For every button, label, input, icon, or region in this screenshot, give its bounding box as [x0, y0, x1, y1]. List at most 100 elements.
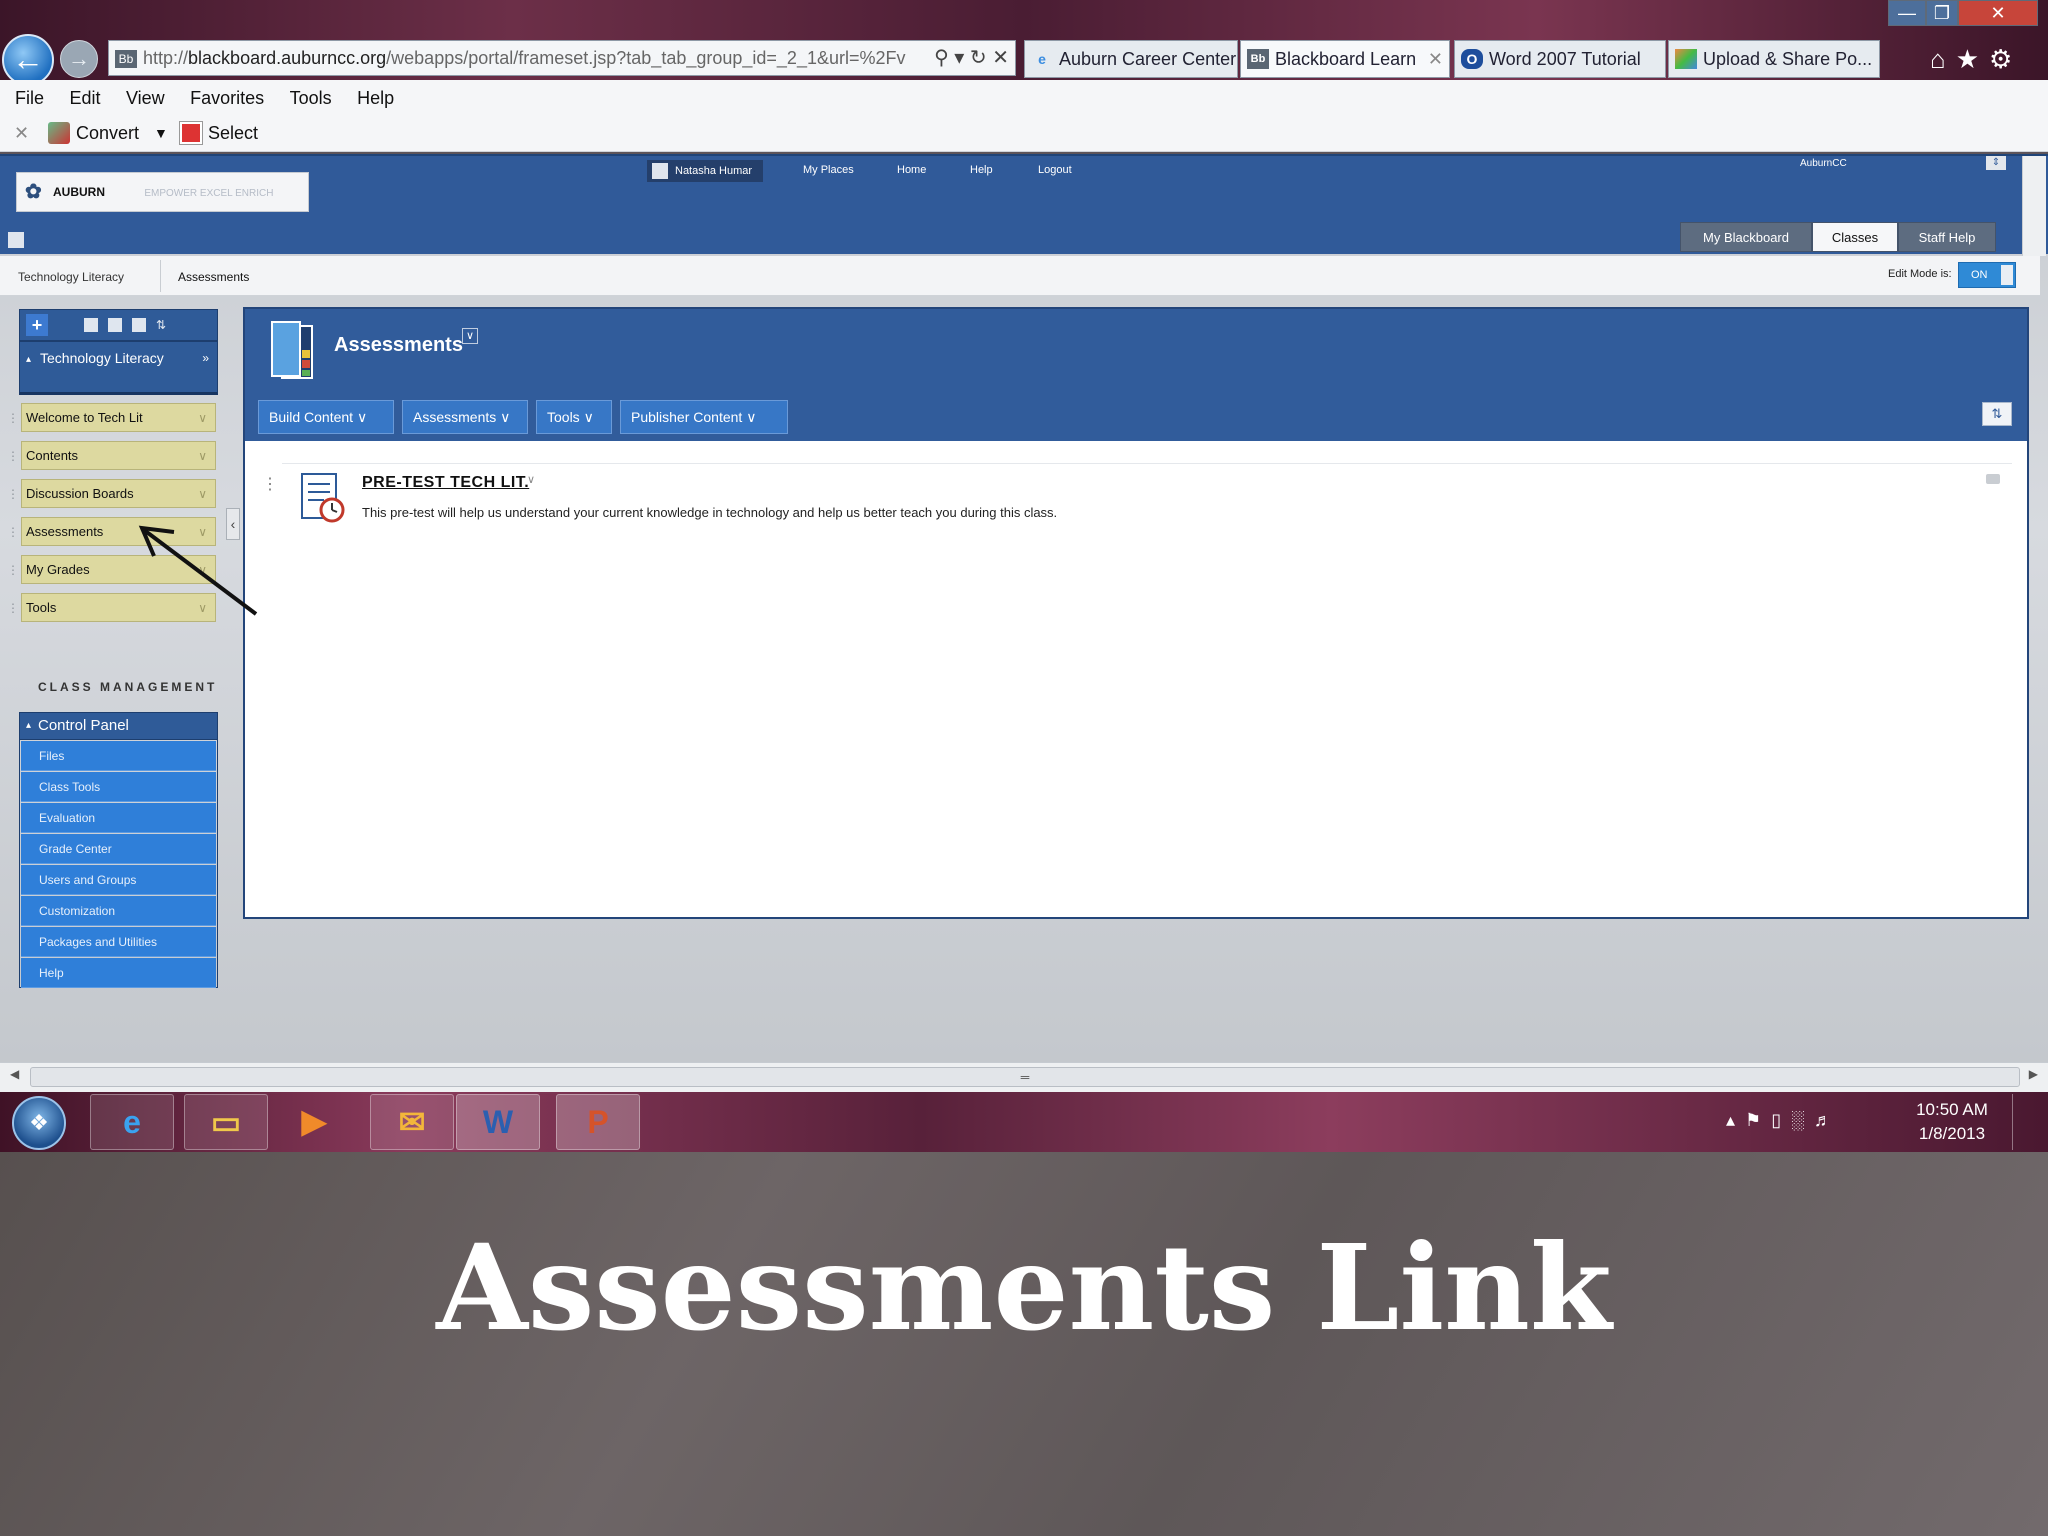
- tab-word-2007-tutorial[interactable]: O Word 2007 Tutorial: [1454, 40, 1666, 78]
- tab-staff-help[interactable]: Staff Help: [1898, 222, 1996, 252]
- menu-edit[interactable]: Edit: [69, 80, 100, 116]
- media-player-icon[interactable]: ▶: [272, 1094, 356, 1150]
- forward-button[interactable]: →: [60, 40, 98, 78]
- chevron-down-icon[interactable]: ∨: [198, 404, 207, 432]
- pre-test-link[interactable]: PRE-TEST TECH LIT.: [362, 474, 529, 492]
- control-panel-heading[interactable]: ▴ Control Panel: [19, 712, 218, 740]
- select-button[interactable]: Select: [208, 116, 258, 150]
- menu-help[interactable]: Help: [357, 80, 394, 116]
- refresh-icon[interactable]: ↻: [970, 47, 987, 69]
- menu-favorites[interactable]: Favorites: [190, 80, 264, 116]
- refresh-menu-icon[interactable]: ⇅: [156, 318, 170, 332]
- dropdown-icon[interactable]: ▾: [954, 47, 964, 69]
- action-center-flag-icon[interactable]: ⚑: [1745, 1110, 1771, 1130]
- close-toolbar-icon[interactable]: ✕: [14, 116, 29, 150]
- slide-caption: Assessments Link: [436, 1218, 1612, 1357]
- search-icon[interactable]: ⚲: [934, 47, 949, 69]
- scroll-thumb[interactable]: ═: [30, 1067, 2020, 1087]
- scroll-left-icon[interactable]: ◀: [10, 1067, 19, 1081]
- outlook-icon[interactable]: ✉: [370, 1094, 454, 1150]
- back-button[interactable]: ←: [2, 34, 54, 86]
- show-desktop-button[interactable]: [2012, 1094, 2046, 1150]
- tab-upload-share[interactable]: Upload & Share Po...: [1668, 40, 1880, 78]
- tab-classes[interactable]: Classes: [1812, 222, 1898, 252]
- control-panel-item-evaluation[interactable]: Evaluation: [21, 803, 216, 833]
- gear-icon[interactable]: ⚙: [1989, 44, 2022, 74]
- power-icon[interactable]: ▯: [1771, 1110, 1791, 1130]
- horizontal-scrollbar[interactable]: ◀ ═ ▶: [0, 1062, 2048, 1092]
- course-title[interactable]: ▴ Technology Literacy »: [19, 341, 218, 395]
- drag-handle-icon[interactable]: ⋮: [7, 483, 19, 505]
- header-collapse-icon[interactable]: ⇕: [1986, 156, 2006, 170]
- course-menu-item-contents[interactable]: Contents ∨: [21, 441, 216, 470]
- new-window-icon[interactable]: [132, 318, 146, 332]
- folder-view-icon[interactable]: [108, 318, 122, 332]
- nav-home[interactable]: Home: [897, 164, 926, 176]
- user-menu[interactable]: Natasha Humar: [647, 160, 763, 182]
- minimize-icon[interactable]: —: [1888, 0, 1926, 26]
- menu-file[interactable]: File: [15, 80, 44, 116]
- nav-help[interactable]: Help: [970, 164, 993, 176]
- edit-mode-toggle[interactable]: ON: [1958, 262, 2016, 288]
- build-content-button[interactable]: Build Content ∨: [258, 400, 394, 434]
- convert-button[interactable]: Convert: [76, 116, 139, 150]
- collapse-icon: ▴: [26, 354, 32, 365]
- tab-my-blackboard[interactable]: My Blackboard: [1680, 222, 1812, 252]
- drag-handle-icon[interactable]: ⋮: [7, 407, 19, 429]
- drag-handle-icon[interactable]: ⋮: [262, 474, 278, 494]
- add-menu-item-icon[interactable]: +: [26, 314, 48, 336]
- start-button[interactable]: ❖: [12, 1096, 66, 1150]
- list-view-icon[interactable]: [84, 318, 98, 332]
- control-panel-item-files[interactable]: Files: [21, 741, 216, 771]
- control-panel-item-customization[interactable]: Customization: [21, 896, 216, 926]
- network-icon[interactable]: ░: [1791, 1110, 1814, 1130]
- minimize-item-icon[interactable]: [1986, 474, 2000, 484]
- nav-my-places[interactable]: My Places: [803, 164, 854, 176]
- vertical-scrollbar[interactable]: [2022, 156, 2046, 256]
- word-icon[interactable]: W: [456, 1094, 540, 1150]
- drag-handle-icon[interactable]: ⋮: [7, 445, 19, 467]
- reorder-icon[interactable]: ⇅: [1982, 402, 2012, 426]
- course-menu-item-welcome[interactable]: Welcome to Tech Lit ∨: [21, 403, 216, 432]
- breadcrumb-course[interactable]: Technology Literacy: [18, 270, 124, 284]
- taskbar-clock[interactable]: 10:50 AM 1/8/2013: [1902, 1098, 2002, 1146]
- control-panel-item-class-tools[interactable]: Class Tools: [21, 772, 216, 802]
- powerpoint-icon[interactable]: P: [556, 1094, 640, 1150]
- chevron-right-icon[interactable]: »: [202, 348, 209, 368]
- address-bar[interactable]: Bb http://blackboard.auburncc.org/webapps…: [108, 40, 1016, 76]
- control-panel-item-help[interactable]: Help: [21, 958, 216, 988]
- menu-tools[interactable]: Tools: [290, 80, 332, 116]
- page-menu-icon[interactable]: [8, 232, 24, 248]
- close-tab-icon[interactable]: ✕: [1428, 41, 1443, 77]
- drag-handle-icon[interactable]: ⋮: [7, 521, 19, 543]
- close-window-icon[interactable]: ✕: [1958, 0, 2038, 26]
- internet-explorer-icon[interactable]: e: [90, 1094, 174, 1150]
- volume-icon[interactable]: ♬: [1814, 1110, 1842, 1130]
- drag-handle-icon[interactable]: ⋮: [7, 559, 19, 581]
- tab-auburn-career-center[interactable]: e Auburn Career Center: [1024, 40, 1238, 78]
- drag-handle-icon[interactable]: ⋮: [7, 597, 19, 619]
- favorites-star-icon[interactable]: ★: [1956, 44, 1989, 74]
- tab-blackboard-learn[interactable]: Bb Blackboard Learn ✕: [1240, 40, 1450, 78]
- course-menu-item-discussion-boards[interactable]: Discussion Boards ∨: [21, 479, 216, 508]
- scroll-right-icon[interactable]: ▶: [2029, 1067, 2038, 1081]
- tools-menu-button[interactable]: Tools ∨: [536, 400, 612, 434]
- control-panel-item-packages-and-utilities[interactable]: Packages and Utilities: [21, 927, 216, 957]
- chevron-down-icon[interactable]: ∨: [524, 472, 538, 488]
- stop-icon[interactable]: ✕: [992, 47, 1009, 69]
- assessments-menu-button[interactable]: Assessments ∨: [402, 400, 528, 434]
- chevron-down-icon[interactable]: ▼: [154, 116, 168, 150]
- control-panel-item-grade-center[interactable]: Grade Center: [21, 834, 216, 864]
- nav-logout[interactable]: Logout: [1038, 164, 1072, 176]
- chevron-down-icon[interactable]: ∨: [198, 480, 207, 508]
- chevron-down-icon[interactable]: ∨: [462, 328, 478, 344]
- file-explorer-icon[interactable]: ▭: [184, 1094, 268, 1150]
- restore-icon[interactable]: ❐: [1926, 0, 1958, 26]
- show-hidden-icons-icon[interactable]: ▴: [1726, 1110, 1745, 1130]
- chevron-down-icon[interactable]: ∨: [198, 442, 207, 470]
- publisher-content-button[interactable]: Publisher Content ∨: [620, 400, 788, 434]
- menu-view[interactable]: View: [126, 80, 165, 116]
- home-icon[interactable]: ⌂: [1930, 44, 1956, 74]
- institution-logo[interactable]: ✿ AUBURN EMPOWER EXCEL ENRICH: [16, 172, 309, 212]
- control-panel-item-users-and-groups[interactable]: Users and Groups: [21, 865, 216, 895]
